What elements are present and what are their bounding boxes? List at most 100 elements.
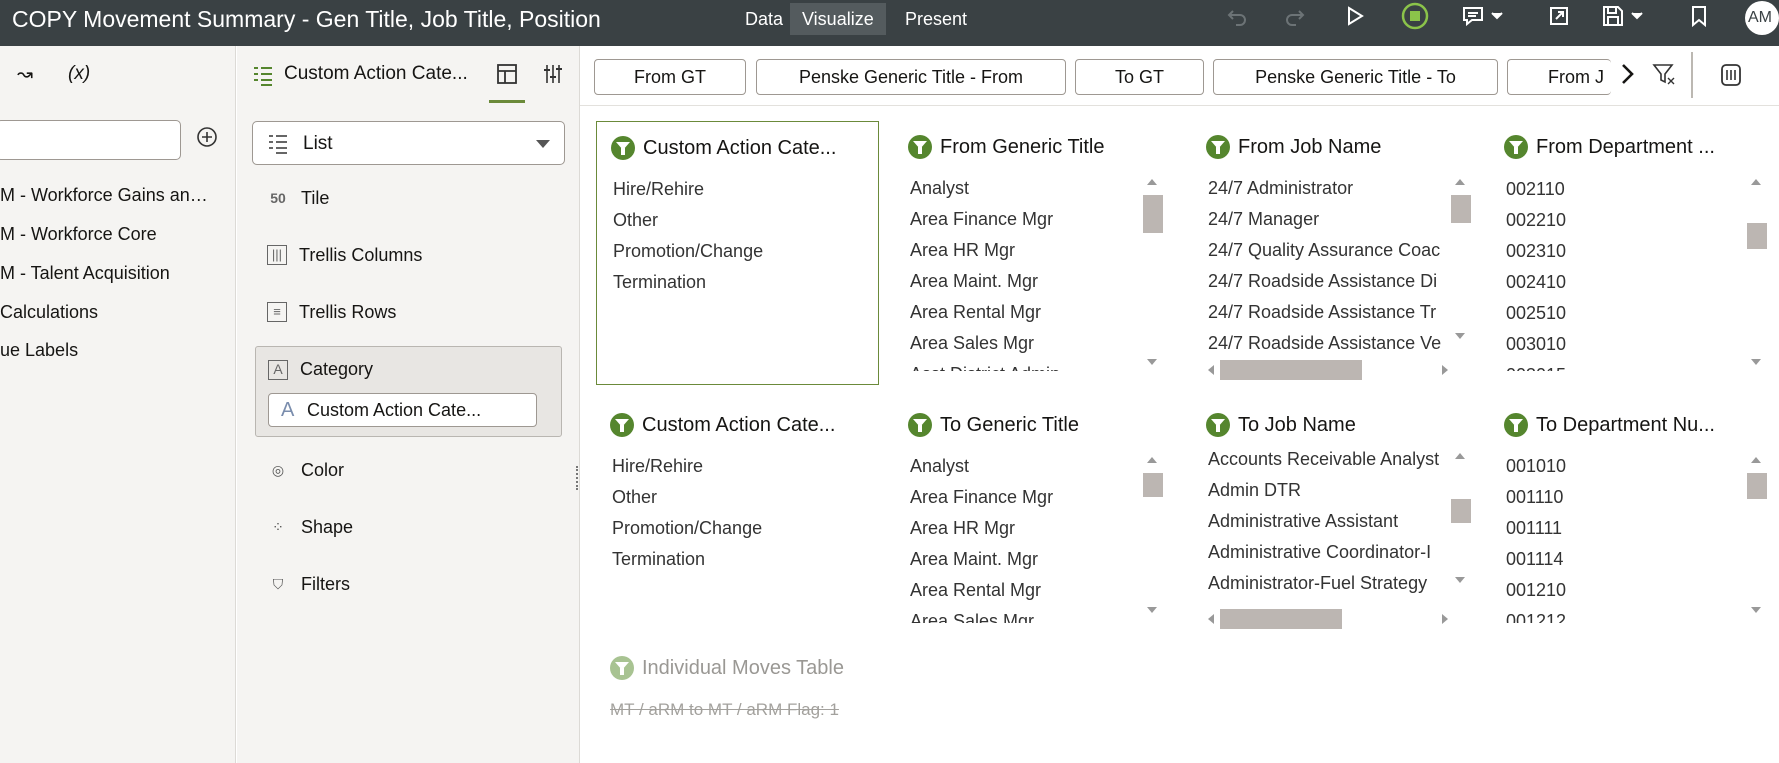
list-item[interactable]: 001110 bbox=[1506, 482, 1736, 513]
list-item[interactable]: Accounts Receivable Analyst bbox=[1208, 444, 1448, 475]
list-item[interactable]: Other bbox=[613, 205, 863, 236]
bookmark-icon[interactable] bbox=[1684, 0, 1714, 32]
comment-icon[interactable] bbox=[1460, 0, 1510, 32]
list-item[interactable]: Area HR Mgr bbox=[910, 513, 1140, 544]
filter-pill-generic-title-from[interactable]: Penske Generic Title - From bbox=[756, 59, 1066, 95]
list-item[interactable]: Promotion/Change bbox=[613, 236, 863, 267]
add-data-icon[interactable] bbox=[196, 126, 218, 153]
user-avatar[interactable]: AM bbox=[1745, 1, 1779, 35]
auto-apply-icon[interactable] bbox=[1398, 0, 1432, 32]
list-item[interactable]: 24/7 Quality Assurance Coac bbox=[1208, 235, 1448, 266]
list-item[interactable]: Asst District Admin bbox=[910, 359, 1140, 371]
canvas-properties-icon[interactable] bbox=[1718, 62, 1744, 93]
list-item[interactable]: Area Sales Mgr bbox=[910, 328, 1140, 359]
save-icon[interactable] bbox=[1600, 0, 1652, 32]
category-column-chip[interactable]: A Custom Action Cate... bbox=[268, 393, 537, 427]
list-item[interactable]: 001210 bbox=[1506, 575, 1736, 606]
subject-area-talent-acquisition[interactable]: M - Talent Acquisition bbox=[0, 263, 170, 284]
shape-drop-target[interactable]: ⁘ Shape bbox=[267, 513, 353, 541]
tile-drop-target[interactable]: 50 Tile bbox=[267, 184, 329, 212]
data-search-input[interactable] bbox=[0, 120, 181, 160]
trend-icon[interactable]: ↝ bbox=[17, 63, 33, 86]
list-item[interactable]: Administrative Coordinator-I bbox=[1208, 537, 1448, 568]
viz-from-job-name[interactable]: From Job Name 24/7 Administrator 24/7 Ma… bbox=[1192, 121, 1475, 385]
list-item[interactable]: 001114 bbox=[1506, 544, 1736, 575]
vertical-scrollbar[interactable] bbox=[1142, 457, 1163, 627]
list-item[interactable]: 001010 bbox=[1506, 451, 1736, 482]
list-item[interactable]: Analyst bbox=[910, 173, 1140, 204]
list-item[interactable]: Administrator-Fuel Strategy bbox=[1208, 568, 1448, 599]
list-item[interactable]: 002310 bbox=[1506, 236, 1736, 267]
vertical-scrollbar[interactable] bbox=[1746, 457, 1767, 627]
subject-area-workforce-core[interactable]: M - Workforce Core bbox=[0, 224, 157, 245]
viz-from-generic-title[interactable]: From Generic Title Analyst Area Finance … bbox=[894, 121, 1177, 385]
list-item[interactable]: Area Rental Mgr bbox=[910, 297, 1140, 328]
list-item[interactable]: 001710 bbox=[1506, 165, 1736, 174]
viz-from-department[interactable]: From Department ... 001710 002110 002210… bbox=[1490, 121, 1773, 385]
list-item[interactable]: Area Finance Mgr bbox=[910, 482, 1140, 513]
trellis-columns-drop-target[interactable]: ||| Trellis Columns bbox=[267, 241, 422, 269]
list-item[interactable]: 24/7 Roadside Assistance Di bbox=[1208, 266, 1448, 297]
list-item[interactable]: Hire/Rehire bbox=[612, 451, 862, 482]
filters-drop-target[interactable]: ⛉ Filters bbox=[267, 570, 350, 598]
filter-pill-to-gt[interactable]: To GT bbox=[1075, 59, 1204, 95]
panel-resize-handle[interactable] bbox=[576, 466, 579, 490]
grammar-tab-icon[interactable] bbox=[496, 63, 518, 90]
viz-type-select[interactable]: List bbox=[252, 121, 565, 165]
list-item[interactable]: Analyst bbox=[910, 451, 1140, 482]
list-item[interactable]: Area Sales Mgr bbox=[910, 606, 1140, 623]
expression-icon[interactable]: (x) bbox=[68, 63, 90, 85]
viz-to-generic-title[interactable]: To Generic Title Analyst Area Finance Mg… bbox=[894, 399, 1177, 663]
list-item[interactable]: 24/7 Manager bbox=[1208, 204, 1448, 235]
list-item[interactable]: Termination bbox=[612, 544, 862, 575]
viz-to-department[interactable]: To Department Nu... 001010 001110 001111… bbox=[1490, 399, 1773, 663]
list-item[interactable]: 002110 bbox=[1506, 174, 1736, 205]
list-item[interactable]: Area Rental Mgr bbox=[910, 575, 1140, 606]
value-labels-folder[interactable]: ue Labels bbox=[0, 340, 78, 361]
filter-bar-menu-icon[interactable] bbox=[1652, 62, 1676, 91]
filter-pill-from-gt[interactable]: From GT bbox=[594, 59, 746, 95]
list-item[interactable]: 002210 bbox=[1506, 205, 1736, 236]
vertical-scrollbar[interactable] bbox=[1450, 453, 1471, 583]
export-icon[interactable] bbox=[1544, 0, 1574, 32]
list-item[interactable]: 24/7 Administrator bbox=[1208, 173, 1448, 204]
trellis-rows-drop-target[interactable]: ≡ Trellis Rows bbox=[267, 298, 396, 326]
viz-individual-moves-table[interactable]: Individual Moves Table MT / aRM to MT / … bbox=[596, 642, 996, 762]
tab-present[interactable]: Present bbox=[893, 3, 979, 35]
more-options-icon[interactable]: ⋮ bbox=[1771, 62, 1779, 84]
list-item[interactable]: Administrative Assistant bbox=[1208, 506, 1448, 537]
category-drop-target[interactable]: A Category A Custom Action Cate... bbox=[255, 346, 562, 437]
undo-icon[interactable] bbox=[1222, 0, 1252, 32]
chevron-right-icon[interactable] bbox=[1618, 62, 1638, 91]
vertical-scrollbar[interactable] bbox=[1450, 179, 1471, 339]
properties-tab-icon[interactable] bbox=[542, 63, 564, 90]
horizontal-scrollbar[interactable] bbox=[1208, 360, 1448, 380]
list-item[interactable]: 24/7 Roadside Assistance Tr bbox=[1208, 297, 1448, 328]
list-item[interactable]: Promotion/Change bbox=[612, 513, 862, 544]
vertical-scrollbar[interactable] bbox=[1142, 179, 1163, 369]
list-item[interactable]: 002410 bbox=[1506, 267, 1736, 298]
list-item[interactable]: Other bbox=[612, 482, 862, 513]
calculations-folder[interactable]: Calculations bbox=[0, 302, 98, 323]
list-item[interactable]: Area Finance Mgr bbox=[910, 204, 1140, 235]
list-item[interactable]: Hire/Rehire bbox=[613, 174, 863, 205]
color-drop-target[interactable]: ◎ Color bbox=[267, 456, 344, 484]
list-item[interactable]: Admin DTR bbox=[1208, 475, 1448, 506]
vertical-scrollbar[interactable] bbox=[1746, 179, 1767, 369]
redo-icon[interactable] bbox=[1280, 0, 1310, 32]
list-item[interactable]: Area Maint. Mgr bbox=[910, 544, 1140, 575]
tab-visualize[interactable]: Visualize bbox=[790, 3, 886, 35]
filter-pill-from-job[interactable]: From J bbox=[1507, 59, 1611, 95]
horizontal-scrollbar[interactable] bbox=[1208, 609, 1448, 629]
list-item[interactable]: 001111 bbox=[1506, 513, 1736, 544]
viz-to-job-name[interactable]: To Job Name Accounts Receivable Analyst … bbox=[1192, 399, 1475, 663]
list-item[interactable]: Termination bbox=[613, 267, 863, 298]
list-item[interactable]: 002510 bbox=[1506, 298, 1736, 329]
viz-custom-action-category-2[interactable]: Custom Action Cate... Hire/Rehire Other … bbox=[596, 399, 879, 663]
viz-custom-action-category-1[interactable]: Custom Action Cate... Hire/Rehire Other … bbox=[596, 121, 879, 385]
list-item[interactable]: Area Maint. Mgr bbox=[910, 266, 1140, 297]
tab-data[interactable]: Data bbox=[733, 3, 795, 35]
list-item[interactable]: 003015 bbox=[1506, 360, 1736, 371]
filter-pill-generic-title-to[interactable]: Penske Generic Title - To bbox=[1213, 59, 1498, 95]
subject-area-workforce-gains[interactable]: M - Workforce Gains an… bbox=[0, 185, 208, 206]
